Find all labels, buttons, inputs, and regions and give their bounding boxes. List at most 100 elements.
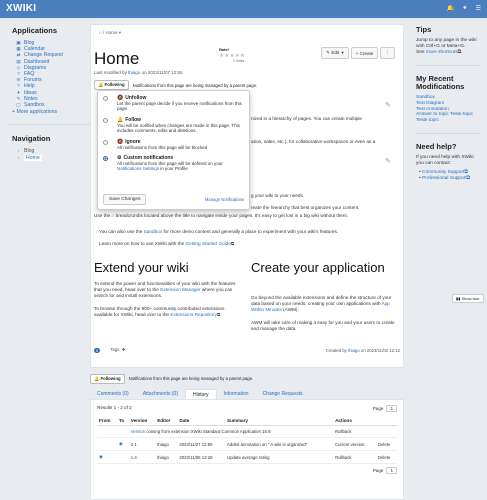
tab-comments[interactable]: Comments (0) <box>90 389 136 399</box>
edit-section-icon[interactable]: ✎ <box>385 157 391 165</box>
radio-follow[interactable] <box>103 117 108 123</box>
radio-unfollow[interactable] <box>103 96 108 101</box>
table-row: Version coming from extension XWiki Stan… <box>97 425 397 438</box>
rating-widget[interactable]: Rate! ★★★★★ 1 Votes <box>219 47 245 63</box>
sidebar-item-sandbox[interactable]: ▢ Sandbox <box>12 102 82 108</box>
following-button[interactable]: 🔔 Following <box>94 80 129 90</box>
notification-settings-link[interactable]: Notifications Settings <box>117 166 159 171</box>
tags-label[interactable]: Tags: ✚ <box>110 347 125 353</box>
delete-link[interactable]: Delete <box>375 450 397 464</box>
from-radio[interactable] <box>97 425 117 438</box>
divider <box>416 65 481 66</box>
follow-status-text: Notifications from this page are being m… <box>128 376 254 381</box>
show-tour-button[interactable]: ▮▮ Show tour <box>452 294 484 303</box>
history-panel: Results 1 - 2 of 2 Page 1 From To Versio… <box>90 400 404 500</box>
create-paragraph-2: AWM will take care of making it easy for… <box>251 320 395 331</box>
applications-list: ▣ Blog ▦ Calendar ⇄ Change Request ▤ Dashboard ◇… <box>12 40 82 108</box>
tips-text: Jump to any page in the wiki with Ctrl+G… <box>416 38 477 49</box>
recent-modifications-list: Sandbox Test Diagram Test Annotation Ans… <box>416 95 481 124</box>
to-radio[interactable] <box>116 425 129 438</box>
breadcrumb[interactable]: ⌂ / Home ▾ <box>99 30 121 36</box>
table-header: From To Version Editor Date Summary Acti… <box>97 416 397 426</box>
sandbox-paragraph: You can also use the Sandbox for more de… <box>99 229 339 234</box>
tab-change-requests[interactable]: Change Requests <box>256 389 310 399</box>
last-modified-user[interactable]: thiago <box>128 70 140 75</box>
follow-option[interactable]: 🔔 Follow You will be notified when change… <box>103 117 244 134</box>
save-changes-button[interactable]: Save Changes <box>103 194 147 205</box>
create-button[interactable]: + Create <box>350 47 379 59</box>
bell-icon[interactable]: 🔔 <box>447 5 454 12</box>
more-applications-link[interactable]: + More applications <box>12 109 82 115</box>
follow-bar: 🔔 Following Notifications from this page… <box>94 80 257 90</box>
table-row: ◉ 1.4 thiago 2023/11/06 13:28 Update ave… <box>97 450 397 464</box>
radio-ignore[interactable] <box>103 139 108 145</box>
editor-link[interactable]: thiago <box>155 437 178 451</box>
votes-count: 1 Votes <box>233 59 245 63</box>
from-radio[interactable] <box>97 437 117 451</box>
following-button[interactable]: 🔔 Following <box>90 373 125 384</box>
menu-icon[interactable]: ☰ <box>476 5 481 12</box>
rollback-link[interactable]: Rollback <box>333 450 376 464</box>
ignore-option[interactable]: 🔕 Ignore All notifications from this page… <box>103 139 244 150</box>
right-sidebar: Tips Jump to any page in the wiki with C… <box>410 18 487 182</box>
version-link[interactable]: 2.1 <box>128 437 156 451</box>
extensions-repository-link[interactable]: Extensions Repository <box>170 312 217 317</box>
bell-icon: 🔔 <box>117 116 124 123</box>
extend-paragraph-2: To browse through the 900+ community con… <box>94 306 225 317</box>
manage-notifications-link[interactable]: Manage Notifications <box>205 197 244 202</box>
page-number[interactable]: 1 <box>386 405 397 412</box>
rate-label: Rate! <box>219 47 230 52</box>
more-shortcuts-link[interactable]: more shortcuts <box>426 50 458 55</box>
recent-modifications-title: My Recent Modifications <box>416 74 465 91</box>
divider <box>8 124 90 126</box>
version-summary: Version coming from extension XWiki Stan… <box>128 425 334 438</box>
edit-button[interactable]: ✎ Edit ▾ <box>321 47 349 59</box>
last-modified: Last modified by thiago on 2023/11/07 12… <box>94 70 183 75</box>
sandbox-link[interactable]: Sandbox <box>144 229 163 234</box>
docextra-tabs: Comments (0) Attachments (0) History Inf… <box>90 389 404 400</box>
main-content: ⌂ / Home ▾ Home Rate! ★★★★★ 1 Votes ✎ Ed… <box>90 24 404 368</box>
custom-notifications-option[interactable]: ⚙ Custom notifications All notifications … <box>103 155 244 172</box>
applications-title: Applications <box>12 26 58 35</box>
version-link[interactable]: 1.4 <box>128 450 156 464</box>
extension-manager-link[interactable]: Extension Manager <box>160 287 200 292</box>
professional-support-link[interactable]: Professional Support⧉ <box>419 176 481 182</box>
getting-started-link[interactable]: Getting Started Guide <box>186 241 231 246</box>
pagination-bottom: Page 1 <box>373 467 397 474</box>
unfollow-option[interactable]: 🔕 Unfollow Let the parent page decide if … <box>103 95 244 112</box>
chevron-down-icon: ▾ <box>341 50 344 55</box>
recent-item[interactable]: Teste topic <box>416 118 481 124</box>
rollback-link[interactable]: Rollback <box>333 425 376 438</box>
tab-history[interactable]: History <box>184 389 217 399</box>
from-radio[interactable]: ◉ <box>97 450 117 464</box>
tab-information[interactable]: Information <box>217 389 256 399</box>
to-radio[interactable]: ◉ <box>116 437 129 451</box>
edit-section-icon[interactable]: ✎ <box>385 101 391 109</box>
top-icons: 🔔 ● ☰ <box>447 5 482 12</box>
left-sidebar: Applications ▣ Blog ▦ Calendar ⇄ Change Reque… <box>0 18 90 500</box>
page-footer: 0 Tags: ✚ Created by thiago on 2023/11/0… <box>94 347 400 353</box>
bell-slash-icon: 🔕 <box>117 138 124 145</box>
comments-count-badge[interactable]: 0 <box>94 347 101 353</box>
expand-icon[interactable]: › <box>16 155 21 161</box>
radio-custom[interactable] <box>103 156 108 162</box>
to-radio[interactable] <box>116 450 129 464</box>
extend-paragraph-1: To extend the power and functionalities … <box>94 281 236 298</box>
body-fragment: reate the hierarchy that best organizes … <box>251 205 360 210</box>
xwiki-logo[interactable]: XWIKI <box>6 3 36 14</box>
need-help-title: Need help? <box>416 141 457 151</box>
tree-item-home[interactable]: › Home <box>12 154 82 161</box>
created-user[interactable]: thiago <box>348 348 360 353</box>
help-links: Community Support⧉ Professional Support⧉ <box>416 170 481 182</box>
breadcrumb-tip: Use the ⌂ breadcrumbs located above the … <box>94 213 349 218</box>
sidebar-item-label: Sandbox <box>24 102 45 109</box>
delete-link[interactable]: Delete <box>375 437 397 451</box>
editor-link[interactable]: thiago <box>155 450 178 464</box>
page-number[interactable]: 1 <box>386 467 397 474</box>
user-icon[interactable]: ● <box>463 5 467 12</box>
tab-attachments[interactable]: Attachments (0) <box>136 389 185 399</box>
results-bar: Results 1 - 2 of 2 Page 1 <box>97 405 397 412</box>
notification-dropdown: 🔕 Unfollow Let the parent page decide if … <box>97 90 250 210</box>
guide-paragraph: Learn more on how to use XWiki with the … <box>99 241 236 246</box>
more-actions-button[interactable]: ⋮ <box>380 47 395 59</box>
